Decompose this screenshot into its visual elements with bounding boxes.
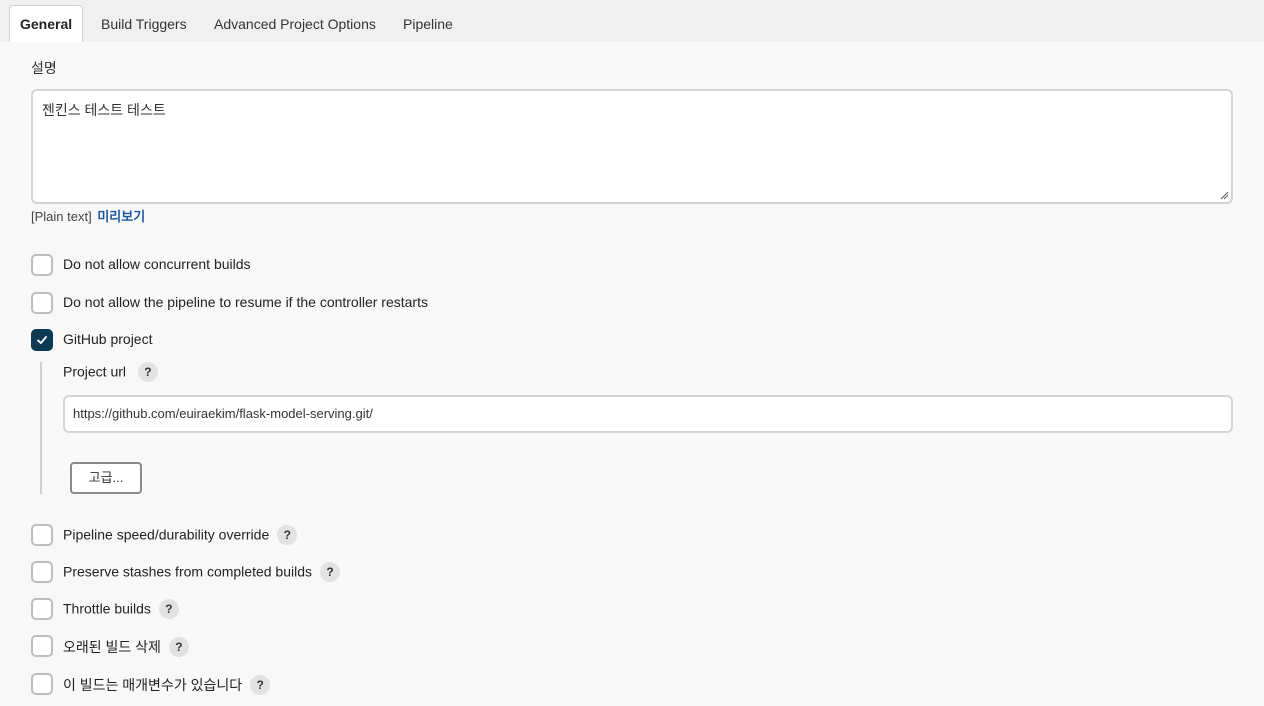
description-value: 젠킨스 테스트 테스트 — [42, 102, 166, 118]
tab-general[interactable]: General — [9, 5, 84, 42]
tab-advanced-project-options[interactable]: Advanced Project Options — [204, 6, 386, 42]
option-label: Throttle builds? — [63, 599, 179, 620]
checkbox[interactable] — [31, 292, 53, 314]
resize-grip-icon[interactable] — [1219, 190, 1229, 200]
checkbox[interactable] — [31, 635, 53, 657]
help-icon[interactable]: ? — [137, 362, 158, 382]
option-label: GitHub project — [63, 331, 153, 347]
option-label-text: Preserve stashes from completed builds — [63, 563, 312, 580]
format-hint: [Plain text] 미리보기 — [31, 206, 145, 225]
option-label: Do not allow the pipeline to resume if t… — [63, 294, 428, 310]
tab-build-triggers[interactable]: Build Triggers — [91, 6, 197, 42]
nested-section-divider — [40, 362, 42, 494]
description-label: 설명 — [31, 60, 57, 76]
checkbox[interactable] — [31, 598, 53, 620]
checkbox[interactable] — [31, 673, 53, 695]
project-url-value: https://github.com/euiraekim/flask-model… — [73, 406, 373, 421]
tab-pipeline[interactable]: Pipeline — [393, 6, 463, 42]
option-label-text: Throttle builds — [63, 600, 151, 617]
tab-bar: General Build Triggers Advanced Project … — [0, 0, 1264, 42]
checkbox-checked[interactable] — [31, 329, 53, 351]
checkmark-icon — [37, 336, 47, 344]
help-icon[interactable]: ? — [168, 637, 189, 658]
checkbox[interactable] — [31, 254, 53, 276]
option-label: Do not allow concurrent builds — [63, 256, 251, 272]
description-textarea[interactable]: 젠킨스 테스트 테스트 — [31, 89, 1233, 204]
format-text: [Plain text] — [31, 209, 92, 224]
help-icon[interactable]: ? — [158, 599, 179, 619]
project-url-input[interactable]: https://github.com/euiraekim/flask-model… — [63, 395, 1233, 433]
option-label: 오래된 빌드 삭제? — [63, 637, 189, 658]
checkbox[interactable] — [31, 561, 53, 583]
help-icon[interactable]: ? — [250, 675, 271, 696]
help-icon[interactable]: ? — [277, 525, 298, 545]
option-label: Preserve stashes from completed builds? — [63, 562, 340, 583]
option-label: 이 빌드는 매개변수가 있습니다? — [63, 675, 271, 696]
preview-link[interactable]: 미리보기 — [97, 209, 145, 224]
project-url-label: Project url ? — [63, 362, 158, 383]
help-icon[interactable]: ? — [320, 562, 340, 582]
option-label-text: Pipeline speed/durability override — [63, 526, 270, 543]
option-label-text: 이 빌드는 매개변수가 있습니다 — [63, 677, 243, 693]
project-url-label-text: Project url — [63, 363, 127, 380]
advanced-button[interactable]: 고급... — [70, 462, 142, 494]
checkbox[interactable] — [31, 524, 53, 546]
option-label: Pipeline speed/durability override? — [63, 525, 298, 546]
option-label-text: 오래된 빌드 삭제 — [63, 639, 161, 655]
